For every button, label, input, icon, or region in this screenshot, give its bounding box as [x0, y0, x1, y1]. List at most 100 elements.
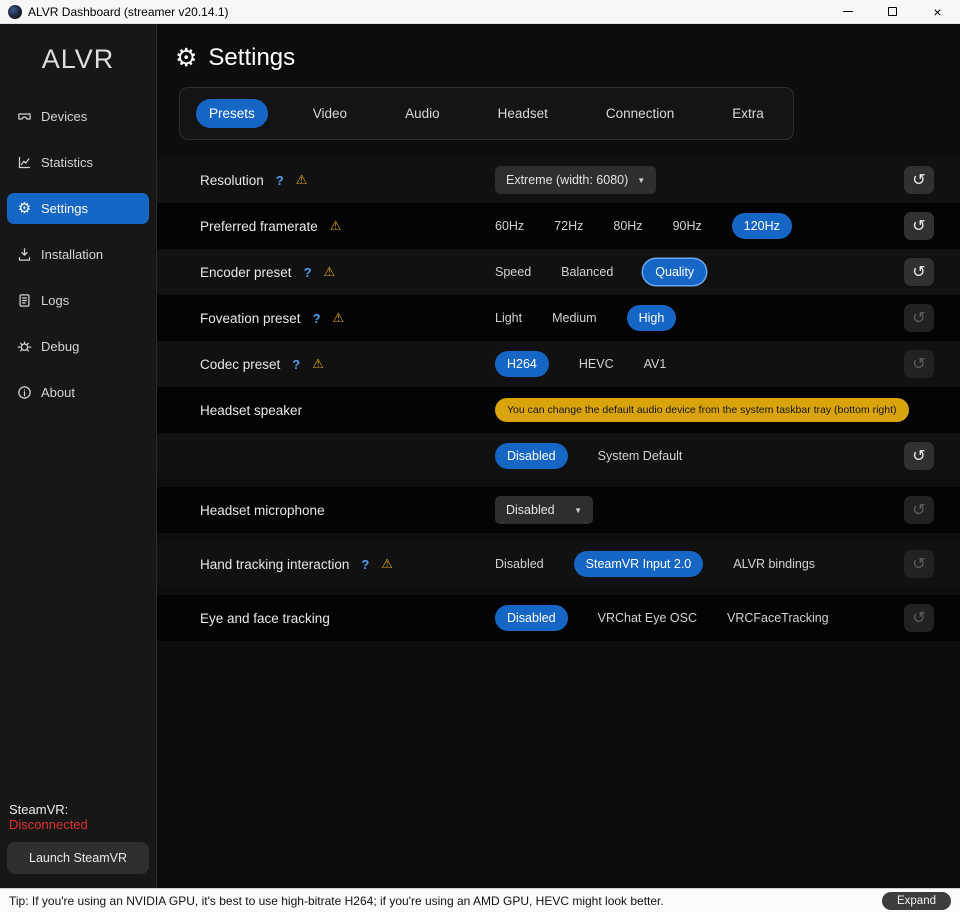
- sidebar-item-devices[interactable]: Devices: [7, 101, 149, 132]
- sidebar-item-label: Statistics: [41, 155, 93, 170]
- option-steamvr-input[interactable]: SteamVR Input 2.0: [574, 551, 704, 577]
- sidebar-item-statistics[interactable]: Statistics: [7, 147, 149, 178]
- page-header: ⚙ Settings: [175, 44, 960, 72]
- minimize-button[interactable]: [825, 0, 870, 23]
- row-label-group: Headset speaker: [200, 403, 495, 418]
- tip-text: Tip: If you're using an NVIDIA GPU, it's…: [9, 894, 664, 908]
- option-80hz[interactable]: 80Hz: [613, 219, 642, 233]
- expand-button[interactable]: Expand: [882, 892, 951, 910]
- reset-button[interactable]: ↺: [904, 212, 934, 240]
- option-60hz[interactable]: 60Hz: [495, 219, 524, 233]
- reset-button[interactable]: ↺: [904, 258, 934, 286]
- setting-row-resolution: Resolution ? ⚠ Extreme (width: 6080) ▼ ↺: [157, 157, 960, 203]
- reset-button[interactable]: ↺: [904, 496, 934, 524]
- settings-tabbar: Presets Video Audio Headset Connection E…: [179, 87, 794, 140]
- help-icon[interactable]: ?: [276, 173, 284, 188]
- tab-connection[interactable]: Connection: [593, 99, 687, 128]
- sidebar-item-label: About: [41, 385, 75, 400]
- alvr-logo: ALVR: [0, 44, 156, 75]
- maximize-button[interactable]: [870, 0, 915, 23]
- option-90hz[interactable]: 90Hz: [673, 219, 702, 233]
- warning-icon: ⚠: [330, 218, 342, 234]
- row-label-group: Resolution ? ⚠: [200, 172, 495, 188]
- info-icon: [17, 385, 32, 400]
- help-icon[interactable]: ?: [304, 265, 312, 280]
- sidebar-item-about[interactable]: About: [7, 377, 149, 408]
- bug-icon: [17, 339, 32, 354]
- row-controls: H264 HEVC AV1: [495, 351, 904, 377]
- option-speaker-system-default[interactable]: System Default: [598, 449, 683, 463]
- chevron-down-icon: ▼: [574, 506, 582, 515]
- minimize-icon: [843, 11, 853, 12]
- resolution-dropdown-value: Extreme (width: 6080): [506, 173, 628, 187]
- sidebar-item-debug[interactable]: Debug: [7, 331, 149, 362]
- help-icon[interactable]: ?: [292, 357, 300, 372]
- microphone-dropdown[interactable]: Disabled ▼: [495, 496, 593, 524]
- option-light[interactable]: Light: [495, 311, 522, 325]
- sidebar: ALVR Devices Statistics ⚙ Settings Insta…: [0, 24, 157, 888]
- sidebar-item-settings[interactable]: ⚙ Settings: [7, 193, 149, 224]
- reset-button[interactable]: ↺: [904, 304, 934, 332]
- setting-label: Encoder preset: [200, 265, 292, 280]
- microphone-dropdown-value: Disabled: [506, 503, 555, 517]
- tab-audio[interactable]: Audio: [392, 99, 453, 128]
- row-label-group: Encoder preset ? ⚠: [200, 264, 495, 280]
- option-quality[interactable]: Quality: [643, 259, 706, 285]
- option-alvr-bindings[interactable]: ALVR bindings: [733, 557, 815, 571]
- warning-icon: ⚠: [381, 556, 393, 572]
- setting-row-speaker-notice: Headset speaker You can change the defau…: [157, 387, 960, 433]
- sidebar-item-label: Logs: [41, 293, 69, 308]
- warning-icon: ⚠: [296, 172, 308, 188]
- row-label-group: Preferred framerate ⚠: [200, 218, 495, 234]
- option-medium[interactable]: Medium: [552, 311, 596, 325]
- option-120hz[interactable]: 120Hz: [732, 213, 792, 239]
- setting-label: Foveation preset: [200, 311, 301, 326]
- reset-button[interactable]: ↺: [904, 604, 934, 632]
- launch-steamvr-button[interactable]: Launch SteamVR: [7, 842, 149, 874]
- resolution-dropdown[interactable]: Extreme (width: 6080) ▼: [495, 166, 656, 194]
- setting-row-encoder: Encoder preset ? ⚠ Speed Balanced Qualit…: [157, 249, 960, 295]
- option-vrcfacetracking[interactable]: VRCFaceTracking: [727, 611, 829, 625]
- headset-icon: [17, 109, 32, 124]
- option-speaker-disabled[interactable]: Disabled: [495, 443, 568, 469]
- option-h264[interactable]: H264: [495, 351, 549, 377]
- warning-icon: ⚠: [324, 264, 336, 280]
- row-controls: Disabled System Default: [495, 443, 904, 469]
- row-controls: Light Medium High: [495, 305, 904, 331]
- row-controls: 60Hz 72Hz 80Hz 90Hz 120Hz: [495, 213, 904, 239]
- tab-presets[interactable]: Presets: [196, 99, 268, 128]
- close-icon: ×: [933, 5, 941, 19]
- page-title: Settings: [208, 44, 295, 72]
- option-balanced[interactable]: Balanced: [561, 265, 613, 279]
- window-title: ALVR Dashboard (streamer v20.14.1): [28, 5, 229, 19]
- setting-row-microphone: Headset microphone Disabled ▼ ↺: [157, 487, 960, 533]
- tab-video[interactable]: Video: [300, 99, 360, 128]
- tab-extra[interactable]: Extra: [719, 99, 777, 128]
- close-button[interactable]: ×: [915, 0, 960, 23]
- sidebar-item-label: Installation: [41, 247, 103, 262]
- option-hevc[interactable]: HEVC: [579, 357, 614, 371]
- option-hand-disabled[interactable]: Disabled: [495, 557, 544, 571]
- reset-button[interactable]: ↺: [904, 442, 934, 470]
- option-eye-disabled[interactable]: Disabled: [495, 605, 568, 631]
- steamvr-status-value: Disconnected: [9, 817, 88, 832]
- sidebar-item-logs[interactable]: Logs: [7, 285, 149, 316]
- option-speed[interactable]: Speed: [495, 265, 531, 279]
- reset-button[interactable]: ↺: [904, 166, 934, 194]
- help-icon[interactable]: ?: [313, 311, 321, 326]
- reset-button[interactable]: ↺: [904, 550, 934, 578]
- settings-rows: Resolution ? ⚠ Extreme (width: 6080) ▼ ↺…: [157, 157, 960, 641]
- app-icon: [8, 5, 22, 19]
- help-icon[interactable]: ?: [361, 557, 369, 572]
- sidebar-item-installation[interactable]: Installation: [7, 239, 149, 270]
- warning-icon: ⚠: [333, 310, 345, 326]
- reset-button[interactable]: ↺: [904, 350, 934, 378]
- setting-label: Hand tracking interaction: [200, 557, 349, 572]
- option-72hz[interactable]: 72Hz: [554, 219, 583, 233]
- chart-icon: [17, 155, 32, 170]
- row-controls: Disabled SteamVR Input 2.0 ALVR bindings: [495, 551, 904, 577]
- option-av1[interactable]: AV1: [644, 357, 667, 371]
- option-vrchat-eye-osc[interactable]: VRChat Eye OSC: [598, 611, 697, 625]
- option-high[interactable]: High: [627, 305, 677, 331]
- tab-headset[interactable]: Headset: [485, 99, 561, 128]
